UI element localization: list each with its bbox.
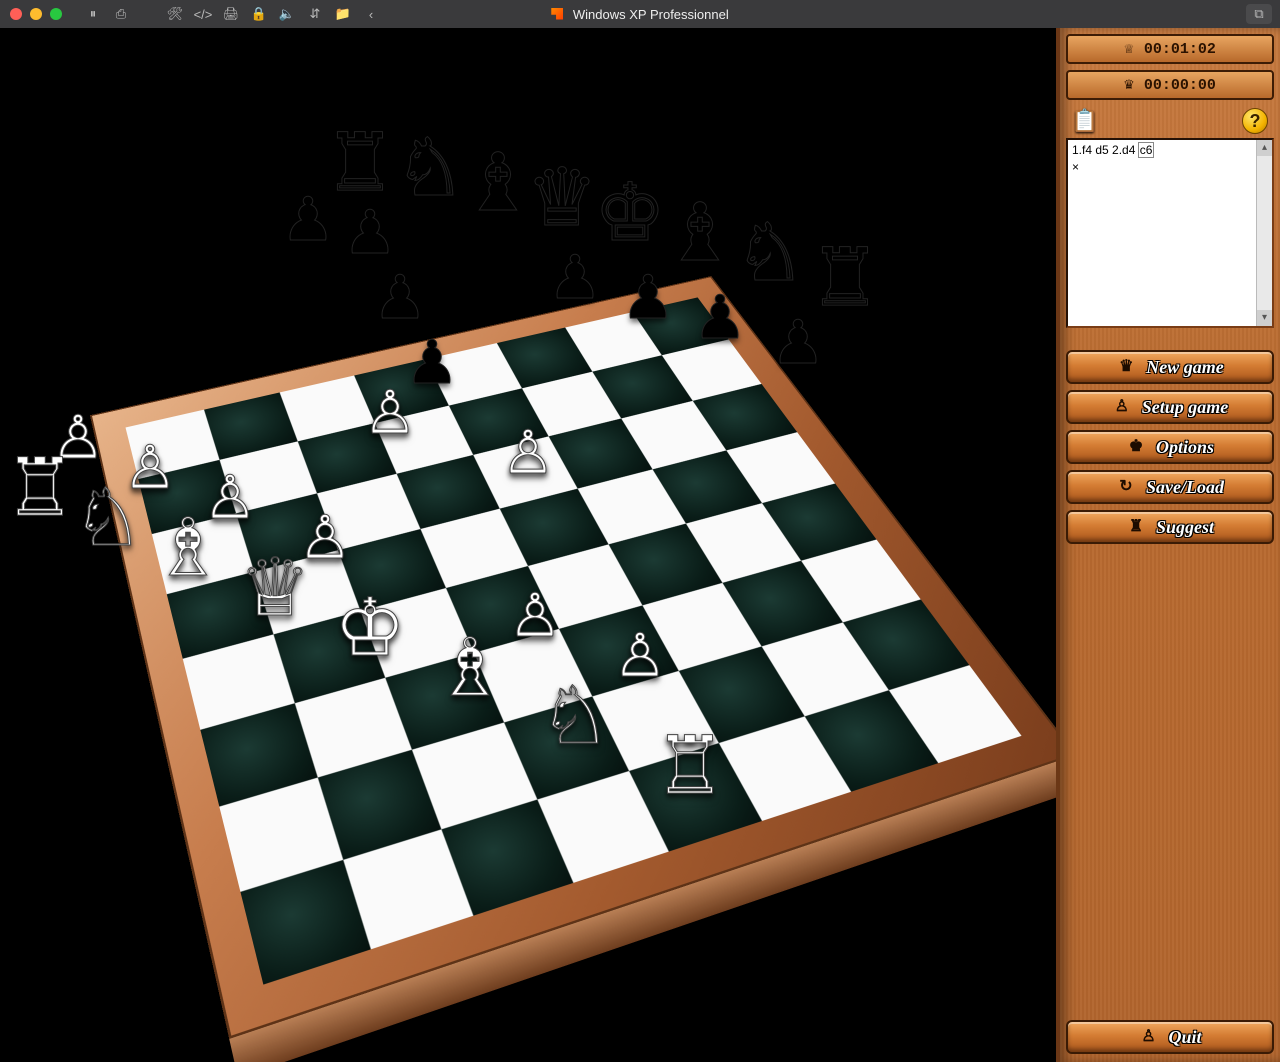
- move-log-moves: 1.f4 d5 2.d4: [1072, 143, 1139, 157]
- chess-piece[interactable]: ♚: [593, 173, 667, 253]
- pip-button[interactable]: ⧉: [1246, 4, 1272, 24]
- chess-viewport[interactable]: ♜♞♝♛♚♝♞♜♟♟♟♟♟♟♟♟♙♙♙♙♙♙♙♙♖♘♗♕♔♗♘♖: [0, 28, 1056, 1062]
- window-title-text: Windows XP Professionnel: [573, 7, 729, 22]
- minimize-window-button[interactable]: [30, 8, 42, 20]
- move-log-text: 1.f4 d5 2.d4 c6 ×: [1072, 142, 1268, 176]
- queen-icon: ♛: [1116, 359, 1136, 375]
- suggest-button[interactable]: ♜ Suggest: [1066, 510, 1274, 544]
- options-label: Options: [1156, 438, 1214, 456]
- game-sidebar: ♕ 00:01:02 ♛ 00:00:00 📋 ? 1.f4 d5 2.d4 c…: [1056, 28, 1280, 1062]
- code-icon[interactable]: </>: [190, 4, 216, 24]
- pawn-icon: ♙: [1112, 399, 1132, 415]
- chess-piece[interactable]: ♜: [808, 238, 882, 318]
- setup-game-label: Setup game: [1142, 398, 1229, 416]
- quit-label: Quit: [1168, 1028, 1201, 1046]
- vm-device-controls: 🛠 </> 🖨 🔒 🔈 ⇵ 📁 ‹: [162, 4, 384, 24]
- window-controls: [10, 8, 62, 20]
- help-icon[interactable]: ?: [1242, 108, 1268, 134]
- pause-vm-button[interactable]: ⏸: [80, 4, 106, 24]
- black-queen-icon: ♛: [1124, 77, 1134, 93]
- back-icon[interactable]: ‹: [358, 4, 384, 24]
- move-log-panel: 📋 ? 1.f4 d5 2.d4 c6 × ▴ ▾: [1066, 106, 1274, 328]
- close-window-button[interactable]: [10, 8, 22, 20]
- settings-icon[interactable]: 🛠: [162, 4, 188, 24]
- vm-titlebar: ⏸ ⎙ 🛠 </> 🖨 🔒 🔈 ⇵ 📁 ‹ Windows XP Profess…: [0, 0, 1280, 28]
- cycle-icon: ↻: [1116, 479, 1136, 495]
- new-game-button[interactable]: ♛ New game: [1066, 350, 1274, 384]
- chess-piece[interactable]: ♝: [663, 193, 737, 273]
- move-log-line2: ×: [1072, 159, 1268, 176]
- save-load-label: Save/Load: [1146, 478, 1224, 496]
- white-queen-icon: ♕: [1124, 41, 1134, 57]
- vm-quick-controls: ⏸ ⎙: [80, 4, 134, 24]
- suggest-label: Suggest: [1156, 518, 1214, 536]
- chess-piece[interactable]: ♟: [538, 248, 612, 308]
- clipboard-icon[interactable]: 📋: [1072, 108, 1098, 134]
- lock-icon[interactable]: 🔒: [246, 4, 272, 24]
- setup-game-button[interactable]: ♙ Setup game: [1066, 390, 1274, 424]
- printer-icon[interactable]: 🖨: [218, 4, 244, 24]
- king-icon: ♚: [1126, 439, 1146, 455]
- save-load-button[interactable]: ↻ Save/Load: [1066, 470, 1274, 504]
- guest-content: ♜♞♝♛♚♝♞♜♟♟♟♟♟♟♟♟♙♙♙♙♙♙♙♙♖♘♗♕♔♗♘♖ ♕ 00:01…: [0, 28, 1280, 1062]
- snapshot-button[interactable]: ⎙: [108, 4, 134, 24]
- quit-button[interactable]: ♙ Quit: [1066, 1020, 1274, 1054]
- chess-piece[interactable]: ♛: [525, 158, 599, 238]
- move-log[interactable]: 1.f4 d5 2.d4 c6 × ▴ ▾: [1066, 138, 1274, 328]
- scroll-up-button[interactable]: ▴: [1257, 140, 1272, 156]
- shared-folder-icon[interactable]: 📁: [330, 4, 356, 24]
- white-clock-value: 00:01:02: [1144, 42, 1216, 57]
- new-game-label: New game: [1146, 358, 1223, 376]
- move-log-scrollbar[interactable]: ▴ ▾: [1256, 140, 1272, 326]
- rook-icon: ♜: [1126, 519, 1146, 535]
- chess-piece[interactable]: ♟: [333, 203, 407, 263]
- xp-logo-icon: [551, 8, 563, 20]
- move-log-current: c6: [1139, 143, 1154, 157]
- chess-piece[interactable]: ♞: [733, 213, 807, 293]
- chess-piece[interactable]: ♝: [461, 143, 535, 223]
- chess-piece[interactable]: ♜: [323, 123, 397, 203]
- pawn-icon: ♙: [1138, 1029, 1158, 1045]
- black-clock-value: 00:00:00: [1144, 78, 1216, 93]
- chess-piece[interactable]: ♟: [363, 268, 437, 328]
- usb-icon[interactable]: ⇵: [302, 4, 328, 24]
- white-clock: ♕ 00:01:02: [1066, 34, 1274, 64]
- options-button[interactable]: ♚ Options: [1066, 430, 1274, 464]
- zoom-window-button[interactable]: [50, 8, 62, 20]
- chess-piece[interactable]: ♖: [3, 448, 77, 528]
- audio-icon[interactable]: 🔈: [274, 4, 300, 24]
- black-clock: ♛ 00:00:00: [1066, 70, 1274, 100]
- chess-piece[interactable]: ♞: [393, 128, 467, 208]
- chess-board[interactable]: [90, 276, 1076, 1039]
- chess-piece[interactable]: ♟: [271, 190, 345, 250]
- scroll-down-button[interactable]: ▾: [1257, 310, 1272, 326]
